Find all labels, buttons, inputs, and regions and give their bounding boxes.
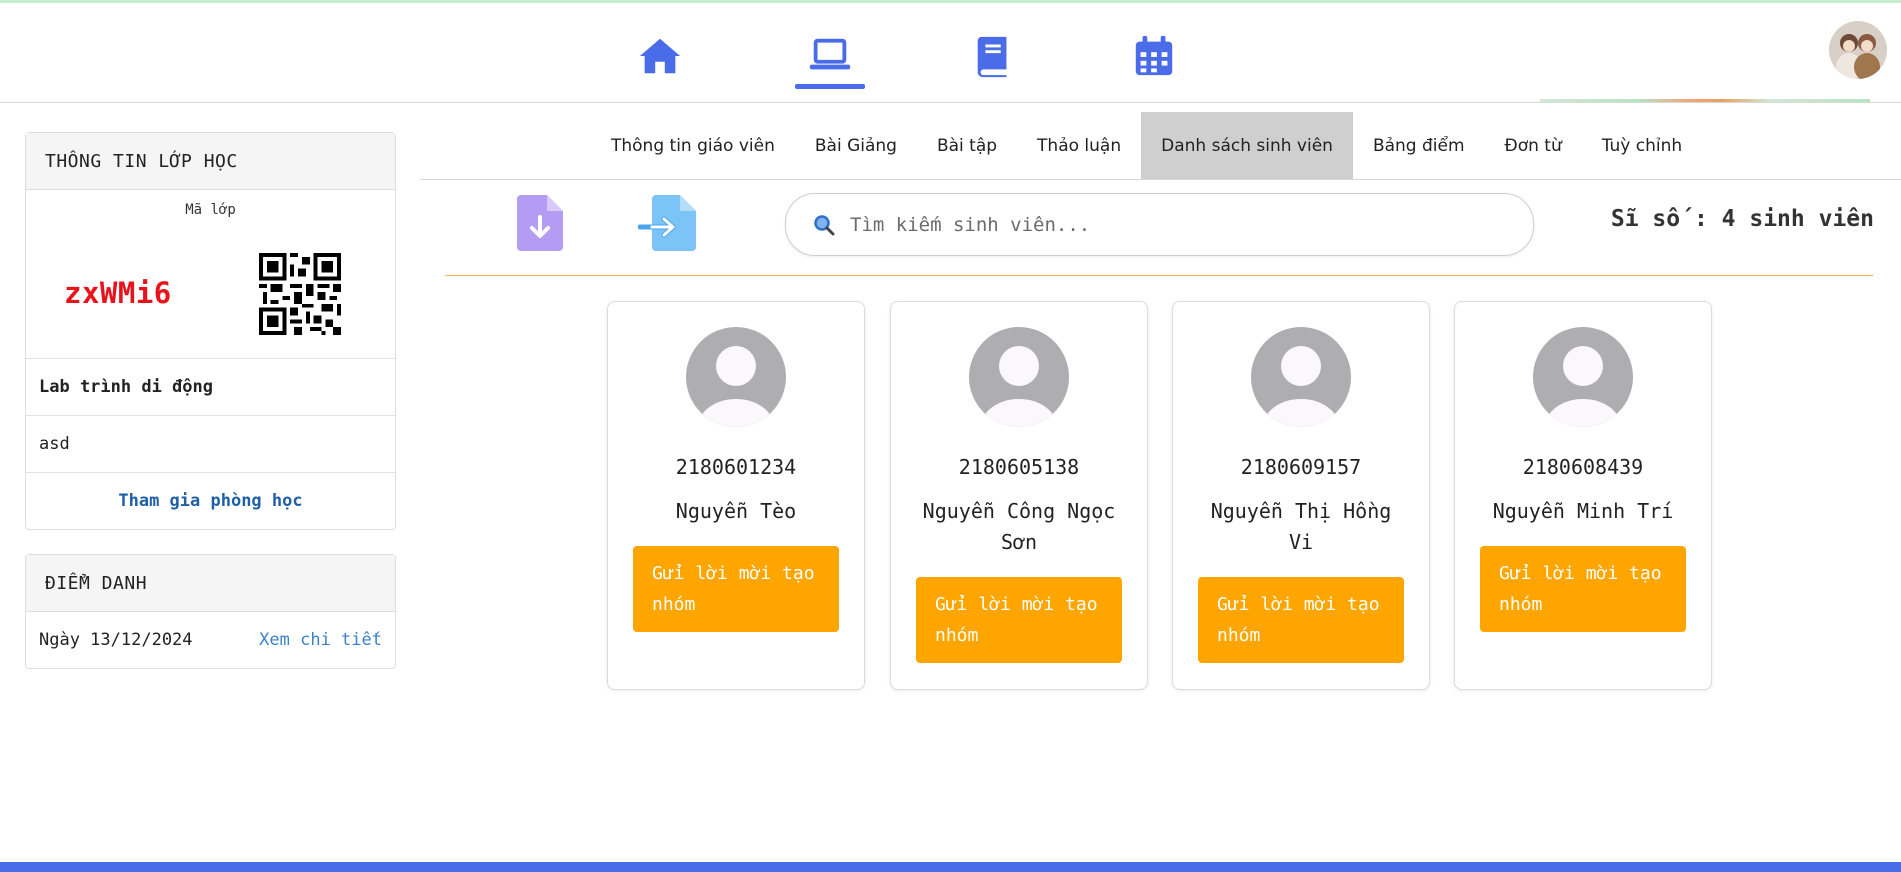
student-avatar-icon	[1251, 327, 1351, 427]
student-id: 2180608439	[1522, 455, 1644, 479]
student-count: Sĩ số : 4 sinh viên	[1610, 206, 1874, 232]
student-avatar-icon	[686, 327, 786, 427]
book-icon[interactable]	[969, 31, 1019, 81]
student-card: 2180608439 Nguyễn Minh Trí Gửi lời mời t…	[1454, 301, 1712, 690]
home-icon[interactable]	[635, 31, 685, 81]
tab-discussion[interactable]: Thảo luận	[1017, 112, 1141, 179]
class-info-title: THÔNG TIN LỚP HỌC	[26, 133, 395, 190]
class-info-panel: THÔNG TIN LỚP HỌC Mã lớp zxWMi6 Lab trìn…	[25, 132, 396, 530]
class-tabs: Thông tin giáo viên Bài Giảng Bài tập Th…	[420, 112, 1901, 180]
tab-lectures[interactable]: Bài Giảng	[795, 112, 917, 179]
tab-grades[interactable]: Bảng điểm	[1353, 112, 1485, 179]
student-id: 2180609157	[1240, 455, 1362, 479]
class-name: Lab trình di động	[26, 359, 395, 416]
student-name: Nguyễn Minh Trí	[1492, 499, 1674, 523]
invite-group-button[interactable]: Gửi lời mời tạo nhóm	[1198, 577, 1404, 663]
tab-student-list[interactable]: Danh sách sinh viên	[1141, 112, 1353, 179]
top-navbar	[0, 3, 1901, 103]
student-card: 2180601234 Nguyễn Tèo Gửi lời mời tạo nh…	[607, 301, 865, 690]
user-avatar[interactable]	[1829, 21, 1887, 79]
student-avatar-icon	[969, 327, 1069, 427]
bottom-bar	[0, 862, 1901, 872]
student-name: Nguyễn Thị Hồng Vi	[1210, 499, 1392, 554]
invite-group-button[interactable]: Gửi lời mời tạo nhóm	[1480, 546, 1686, 632]
class-code: zxWMi6	[64, 276, 172, 310]
student-card: 2180609157 Nguyễn Thị Hồng Vi Gửi lời mờ…	[1172, 301, 1430, 690]
import-file-icon[interactable]	[637, 193, 698, 253]
invite-group-button[interactable]: Gửi lời mời tạo nhóm	[633, 546, 839, 632]
laptop-icon[interactable]	[805, 31, 855, 81]
student-id: 2180605138	[958, 455, 1080, 479]
attendance-date: Ngày 13/12/2024	[39, 630, 193, 650]
student-name: Nguyễn Công Ngọc Sơn	[922, 499, 1116, 554]
student-avatar-icon	[1533, 327, 1633, 427]
class-code-area: Mã lớp zxWMi6	[26, 190, 395, 359]
search-icon	[814, 214, 835, 235]
class-description: asd	[26, 416, 395, 473]
tab-assignments[interactable]: Bài tập	[917, 112, 1017, 179]
attendance-row: Ngày 13/12/2024 Xem chi tiết	[26, 612, 395, 668]
student-card: 2180605138 Nguyễn Công Ngọc Sơn Gửi lời …	[890, 301, 1148, 690]
join-room-link[interactable]: Tham gia phòng học	[26, 473, 395, 529]
attendance-title: ĐIỂM DANH	[26, 555, 395, 612]
tab-settings[interactable]: Tuỳ chỉnh	[1582, 112, 1702, 179]
search-input[interactable]	[848, 212, 1492, 237]
nav-active-indicator	[795, 84, 865, 89]
qr-code-icon	[259, 253, 341, 335]
tab-teacher-info[interactable]: Thông tin giáo viên	[591, 112, 795, 179]
calendar-icon[interactable]	[1129, 31, 1179, 81]
header-decoration	[1540, 99, 1870, 102]
section-divider	[445, 275, 1873, 276]
attendance-panel: ĐIỂM DANH Ngày 13/12/2024 Xem chi tiết	[25, 554, 396, 669]
student-name: Nguyễn Tèo	[675, 499, 797, 523]
invite-group-button[interactable]: Gửi lời mời tạo nhóm	[916, 577, 1122, 663]
download-file-icon[interactable]	[513, 193, 573, 253]
tab-requests[interactable]: Đơn từ	[1485, 112, 1582, 179]
student-search-box[interactable]	[785, 193, 1534, 256]
attendance-detail-link[interactable]: Xem chi tiết	[259, 630, 382, 650]
student-id: 2180601234	[675, 455, 797, 479]
class-code-label: Mã lớp	[185, 202, 236, 218]
